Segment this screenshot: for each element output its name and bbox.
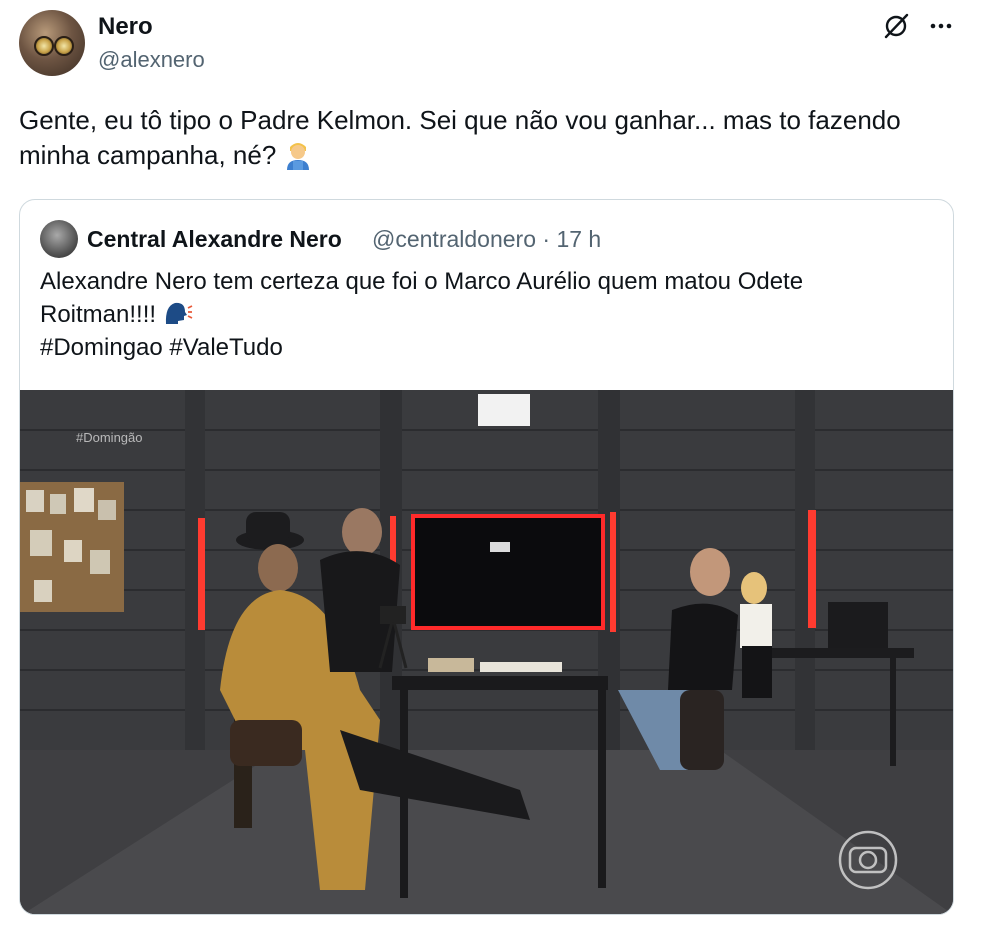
person-emoji-icon xyxy=(284,140,312,170)
scene-illustration xyxy=(20,390,953,914)
quoted-meta: @centraldonero · 17 h xyxy=(372,226,601,253)
quoted-line-2: Roitman!!!! xyxy=(40,301,157,328)
author-name[interactable]: Nero xyxy=(98,13,153,41)
avatar-goggle-left xyxy=(34,36,54,56)
quoted-video[interactable]: #Domingão xyxy=(20,390,953,914)
speaking-head-icon xyxy=(163,300,193,326)
quoted-tweet[interactable]: Central Alexandre Nero @centraldonero · … xyxy=(19,199,954,915)
video-watermark: #Domingão xyxy=(76,430,143,445)
avatar[interactable] xyxy=(19,10,85,76)
tweet-text-content: Gente, eu tô tipo o Padre Kelmon. Sei qu… xyxy=(19,105,901,170)
more-icon[interactable] xyxy=(928,12,956,40)
quoted-time[interactable]: 17 h xyxy=(556,226,601,252)
quoted-line-2-wrap: Roitman!!!! xyxy=(40,298,920,331)
grok-icon[interactable] xyxy=(882,12,910,40)
quoted-line-1: Alexandre Nero tem certeza que foi o Mar… xyxy=(40,268,804,295)
quoted-text: Alexandre Nero tem certeza que foi o Mar… xyxy=(40,265,920,364)
avatar-goggle-right xyxy=(54,36,74,56)
quoted-avatar[interactable] xyxy=(40,220,78,258)
tweet-text: Gente, eu tô tipo o Padre Kelmon. Sei qu… xyxy=(19,103,949,173)
quoted-handle[interactable]: @centraldonero xyxy=(372,226,536,252)
author-handle[interactable]: @alexnero xyxy=(98,47,205,73)
quoted-author-name[interactable]: Central Alexandre Nero xyxy=(87,226,342,253)
quoted-hashtags[interactable]: #Domingao #ValeTudo xyxy=(40,331,920,364)
quoted-separator: · xyxy=(542,226,551,252)
globo-logo-icon xyxy=(838,830,898,890)
